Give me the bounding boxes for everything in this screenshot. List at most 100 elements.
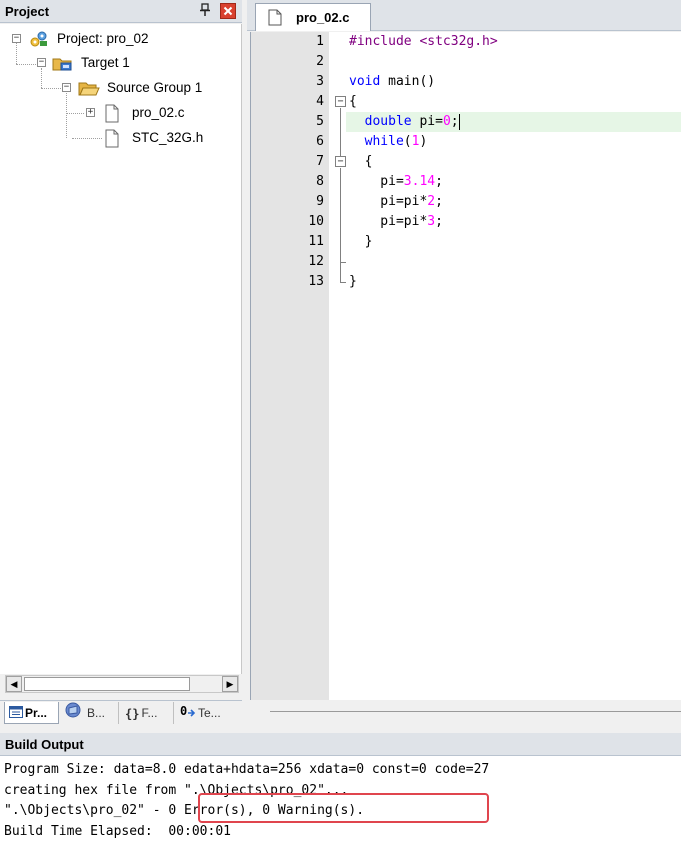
collapse-icon[interactable]: − xyxy=(12,34,21,43)
tab-label: B... xyxy=(87,706,106,720)
code-text: { xyxy=(349,94,357,109)
number-literal: 3 xyxy=(427,214,436,229)
project-panel-title: Project xyxy=(5,4,50,19)
code-text: pi= xyxy=(411,114,443,129)
fold-line xyxy=(340,108,341,158)
tree-label-target: Target 1 xyxy=(81,55,130,70)
tab-project[interactable]: Pr... xyxy=(4,702,59,724)
code-editor[interactable]: 1 2 3 4 5 6 7 8 9 10 11 12 13 − − #inclu… xyxy=(250,32,681,700)
scroll-right-icon[interactable]: ▶ xyxy=(222,676,238,692)
line-number: 2 xyxy=(316,54,324,69)
code-line: { xyxy=(349,152,373,172)
line-number: 11 xyxy=(308,234,324,249)
code-text: ; xyxy=(435,214,443,229)
line-number: 5 xyxy=(316,114,324,129)
code-text: } xyxy=(349,274,357,289)
keyword: double xyxy=(364,114,412,129)
keyword: while xyxy=(364,134,404,149)
scroll-left-icon[interactable]: ◀ xyxy=(6,676,22,692)
collapse-icon[interactable]: − xyxy=(37,58,46,67)
project-bottom-tabs: Pr... B... {} F... 0 Te... xyxy=(0,700,242,725)
project-tab-icon xyxy=(9,703,23,725)
tree-connector xyxy=(66,93,67,138)
tree-label-project: Project: pro_02 xyxy=(57,31,149,46)
build-output-panel: Build Output Program Size: data=8.0 edat… xyxy=(0,733,681,845)
code-line: } xyxy=(349,272,357,292)
line-number: 7 xyxy=(316,154,324,169)
project-horizontal-scrollbar[interactable]: ◀ ▶ xyxy=(5,675,239,693)
preprocessor-directive: #include <stc32g.h> xyxy=(349,34,498,49)
code-line: pi=pi*3; xyxy=(349,212,443,232)
tree-connector xyxy=(66,113,84,114)
build-line: Program Size: data=8.0 edata+hdata=256 x… xyxy=(4,762,490,777)
project-tree: − Project: pro_02 − Target 1 − Source Gr… xyxy=(0,24,242,674)
tab-label: F... xyxy=(141,706,158,720)
line-number: 1 xyxy=(316,34,324,49)
number-literal: 2 xyxy=(427,194,436,209)
code-line: pi=pi*2; xyxy=(349,192,443,212)
tab-functions[interactable]: {} F... xyxy=(118,702,170,724)
build-line: Build Time Elapsed: 00:00:01 xyxy=(4,823,231,839)
collapse-icon[interactable]: − xyxy=(62,83,71,92)
tree-connector xyxy=(41,88,61,89)
project-panel-header: Project xyxy=(0,0,242,23)
code-line: void main() xyxy=(349,72,435,92)
error-count-highlight-box xyxy=(198,793,489,823)
pin-icon[interactable] xyxy=(198,3,212,19)
fold-end xyxy=(340,262,346,263)
line-number: 4 xyxy=(316,94,324,109)
number-literal: 3.14 xyxy=(403,174,436,189)
expand-icon[interactable]: + xyxy=(86,108,95,117)
scroll-track[interactable] xyxy=(270,711,681,713)
line-number: 8 xyxy=(316,174,324,189)
fold-line xyxy=(340,168,341,282)
tree-connector xyxy=(41,68,42,88)
line-number: 3 xyxy=(316,74,324,89)
line-number: 13 xyxy=(308,274,324,289)
build-output-header: Build Output xyxy=(0,733,681,756)
tree-connector xyxy=(72,138,102,139)
code-text: } xyxy=(349,234,373,249)
fold-end xyxy=(340,282,346,283)
code-text: ) xyxy=(419,134,428,149)
build-output-title: Build Output xyxy=(5,737,84,752)
editor-area: pro_02.c 1 2 3 4 5 6 7 8 9 10 11 12 13 −… xyxy=(247,0,681,727)
tab-templates[interactable]: 0 Te... xyxy=(173,702,233,724)
line-number: 12 xyxy=(308,254,324,269)
code-line: while(1) xyxy=(349,132,428,152)
editor-horizontal-scrollbar[interactable] xyxy=(250,701,681,727)
code-line: } xyxy=(349,232,373,252)
code-line: #include <stc32g.h> xyxy=(349,32,498,52)
editor-tab-bar: pro_02.c xyxy=(247,0,681,31)
line-number: 10 xyxy=(308,214,324,229)
code-line: pi=3.14; xyxy=(349,172,443,192)
file-icon xyxy=(104,104,120,130)
fold-collapse-icon[interactable]: − xyxy=(335,96,346,107)
code-text: pi=pi* xyxy=(349,194,428,209)
target-folder-icon xyxy=(52,55,74,79)
code-text: ( xyxy=(403,134,412,149)
close-icon[interactable] xyxy=(220,3,236,19)
tree-label-source-group: Source Group 1 xyxy=(107,80,203,95)
tree-label-file: pro_02.c xyxy=(132,105,185,120)
code-text: main() xyxy=(380,74,436,89)
tab-books[interactable]: B... xyxy=(62,702,114,724)
folder-open-icon xyxy=(78,80,100,104)
scroll-thumb[interactable] xyxy=(24,677,190,691)
text-cursor xyxy=(458,113,460,130)
keyword: void xyxy=(349,74,381,89)
tree-label-file: STC_32G.h xyxy=(132,130,204,145)
project-panel: Project − Project: pro_02 − Target 1 − S… xyxy=(0,0,242,727)
tab-label: Te... xyxy=(198,706,221,720)
project-gear-icon xyxy=(29,30,49,55)
number-literal: 0 xyxy=(442,114,451,129)
code-text: ; xyxy=(435,174,443,189)
tab-pro-02-c[interactable]: pro_02.c xyxy=(255,3,371,31)
svg-text:0: 0 xyxy=(180,704,187,718)
code-line: double pi=0; xyxy=(349,112,460,132)
editor-tab-label: pro_02.c xyxy=(296,10,350,25)
line-number-gutter: 1 2 3 4 5 6 7 8 9 10 11 12 13 xyxy=(251,32,329,700)
fold-collapse-icon[interactable]: − xyxy=(335,156,346,167)
functions-tab-icon: {} xyxy=(125,706,140,721)
